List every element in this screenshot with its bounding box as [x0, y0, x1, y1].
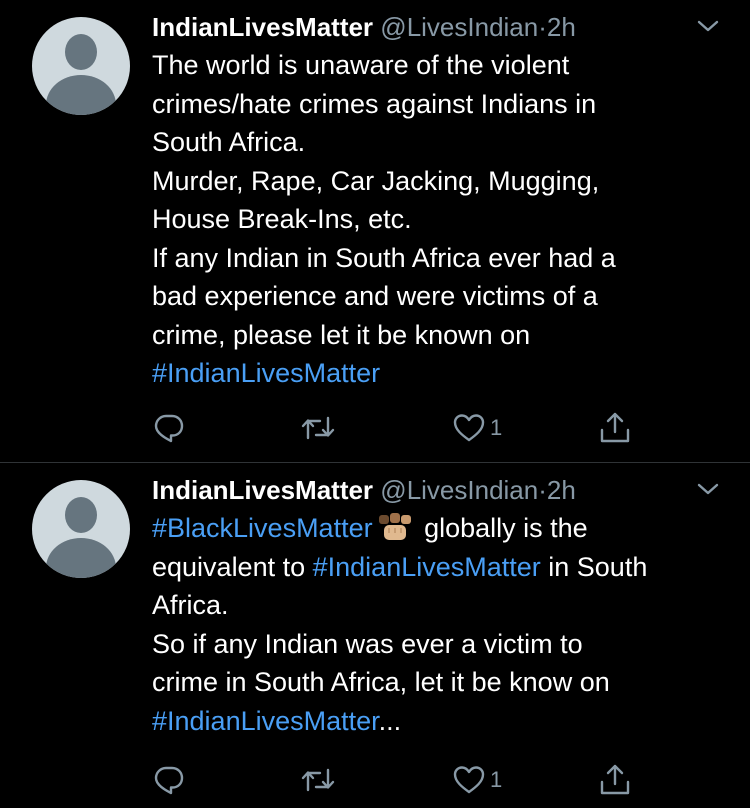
tweet-text-segment: in South: [540, 551, 648, 582]
tweet-actions: 1: [0, 408, 750, 448]
tweet-line: South Africa.: [152, 127, 306, 157]
heart-icon: [453, 766, 485, 794]
share-button[interactable]: [597, 760, 633, 800]
tweet-line: crimes/hate crimes against Indians in: [152, 88, 597, 119]
reply-icon: [154, 766, 184, 795]
retweet-icon: [301, 768, 335, 792]
timestamp[interactable]: 2h: [547, 12, 576, 42]
tweet-line: Murder, Rape, Car Jacking, Mugging,: [152, 165, 600, 196]
reply-button[interactable]: [152, 760, 186, 800]
tweet-line: So if any Indian was ever a victim to: [152, 628, 583, 659]
heart-icon: [453, 414, 485, 442]
tweet-line: Africa.: [152, 590, 229, 620]
tweet-2[interactable]: IndianLivesMatter @LivesIndian·2h #Black…: [0, 463, 750, 808]
tweet-line: crime, please let it be known on: [152, 319, 531, 350]
retweet-icon: [301, 416, 335, 440]
tweet-text: #BlackLivesMatter globally is the equiva…: [152, 509, 732, 740]
avatar-body: [46, 538, 116, 578]
like-count: 1: [490, 767, 503, 792]
truncation-ellipsis: ...: [378, 705, 402, 736]
tweet-header: IndianLivesMatter @LivesIndian·2h: [152, 473, 576, 507]
avatar[interactable]: [32, 17, 130, 115]
tweet-text-segment: equivalent to: [152, 551, 313, 582]
retweet-button[interactable]: [300, 760, 336, 800]
timestamp[interactable]: 2h: [547, 475, 576, 505]
author-name[interactable]: IndianLivesMatter: [152, 475, 373, 505]
tweet-line: crime in South Africa, let it be know on: [152, 667, 610, 697]
chevron-down-icon[interactable]: [693, 14, 723, 38]
tweet-line: House Break-Ins, etc.: [152, 204, 412, 234]
tweet-1[interactable]: IndianLivesMatter @LivesIndian·2h The wo…: [0, 0, 750, 462]
separator-dot: ·: [538, 475, 547, 505]
hashtag-link[interactable]: #IndianLivesMatter: [313, 552, 541, 582]
tweet-actions: 1: [0, 760, 750, 800]
hashtag-link[interactable]: #IndianLivesMatter: [152, 358, 380, 388]
avatar-head: [65, 497, 97, 533]
author-handle[interactable]: @LivesIndian: [380, 475, 538, 505]
reply-button[interactable]: [152, 408, 186, 448]
avatar-head: [65, 34, 97, 70]
retweet-button[interactable]: [300, 408, 336, 448]
like-count: 1: [490, 415, 503, 440]
share-button[interactable]: [597, 408, 633, 448]
like-button[interactable]: 1: [452, 760, 502, 800]
avatar-body: [46, 75, 116, 115]
tweet-header: IndianLivesMatter @LivesIndian·2h: [152, 10, 576, 44]
share-icon: [600, 412, 630, 443]
author-name[interactable]: IndianLivesMatter: [152, 12, 373, 42]
raised-fists-emoji: [378, 513, 411, 540]
tweet-text-segment: globally is the: [416, 513, 588, 543]
hashtag-link[interactable]: #IndianLivesMatter: [152, 706, 379, 736]
separator-dot: ·: [538, 12, 547, 42]
author-handle[interactable]: @LivesIndian: [380, 12, 538, 42]
tweet-line: The world is unaware of the violent: [152, 50, 570, 80]
tweet-line: If any Indian in South Africa ever had a: [152, 242, 616, 273]
tweet-text: The world is unaware of the violent crim…: [152, 46, 732, 393]
avatar[interactable]: [32, 480, 130, 578]
reply-icon: [154, 414, 184, 443]
share-icon: [600, 764, 630, 795]
hashtag-link[interactable]: #BlackLivesMatter: [152, 513, 373, 543]
tweet-line: bad experience and were victims of a: [152, 281, 598, 311]
like-button[interactable]: 1: [452, 408, 502, 448]
chevron-down-icon[interactable]: [693, 477, 723, 501]
